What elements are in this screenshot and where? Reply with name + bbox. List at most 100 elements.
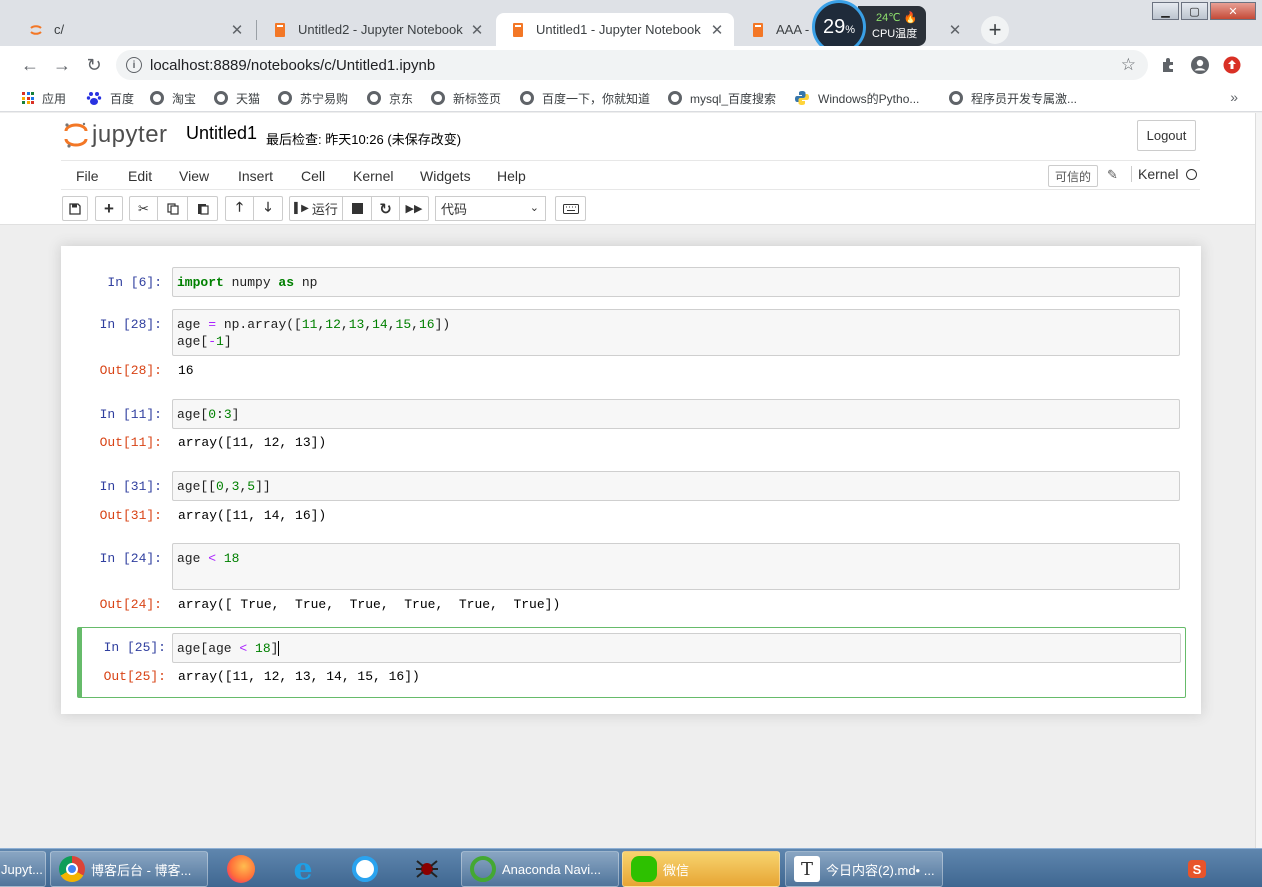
firefox-icon[interactable] — [224, 853, 258, 885]
menu-edit[interactable]: Edit — [128, 168, 152, 184]
site-info-icon[interactable]: i — [126, 57, 142, 73]
selected-code-cell[interactable]: In [25]: age[age < 18] Out[25]: array([1… — [77, 627, 1186, 698]
cut-button[interactable]: ✂ — [129, 196, 158, 221]
bookmark-tmall[interactable]: 天猫 — [214, 88, 260, 108]
sogou-input-icon[interactable]: S — [1180, 853, 1214, 885]
forward-arrow-icon[interactable]: → — [52, 55, 72, 75]
tab-title: Untitled2 - Jupyter Notebook — [298, 22, 463, 37]
close-tab-icon[interactable]: ✕ — [228, 21, 246, 39]
move-up-button[interactable]: 🡑 — [225, 196, 254, 221]
code-input[interactable]: age[[0,3,5]] — [172, 471, 1180, 501]
bookmarks-bar: 应用 百度 淘宝 天猫 苏宁易购 京东 新标签页 百度一下，你就知道 mysql… — [0, 84, 1262, 112]
code-input[interactable]: age[age < 18] — [172, 633, 1181, 663]
extensions-puzzle-icon[interactable] — [1158, 55, 1178, 75]
menu-help[interactable]: Help — [497, 168, 526, 184]
logout-button[interactable]: Logout — [1137, 120, 1196, 151]
bookmark-star-icon[interactable]: ☆ — [1121, 55, 1136, 75]
profile-avatar-icon[interactable] — [1190, 55, 1210, 75]
code-cell[interactable]: In [24]: age < 18 Out[24]: array([ True,… — [77, 543, 1186, 615]
trusted-indicator[interactable]: 可信的 — [1048, 165, 1099, 187]
cpu-temp-panel: 24℃ 🔥 CPU温度 — [858, 6, 926, 46]
taskbar-item-chrome-blog[interactable]: 博客后台 - 博客... — [50, 851, 208, 887]
browser-360-icon[interactable] — [348, 853, 382, 885]
bookmarks-overflow-icon[interactable]: » — [1230, 89, 1238, 105]
restart-run-all-button[interactable]: ▶▶ — [400, 196, 429, 221]
code-input[interactable]: age = np.array([11,12,13,14,15,16]) age[… — [172, 309, 1180, 356]
move-down-button[interactable]: 🡓 — [254, 196, 283, 221]
bookmark-label: mysql_百度搜索 — [690, 91, 777, 106]
close-tab-icon[interactable]: ✕ — [468, 21, 486, 39]
cell-output: 16 — [178, 363, 194, 378]
taskbar-label: 微信 — [663, 862, 690, 878]
taskbar-label: 今日内容(2).md• ... — [826, 862, 935, 878]
paste-button[interactable] — [188, 196, 218, 221]
run-label: 运行 — [311, 202, 338, 217]
code-cell[interactable]: In [6]: import numpy as np — [77, 267, 1186, 297]
address-bar[interactable]: i localhost:8889/notebooks/c/Untitled1.i… — [116, 50, 1148, 80]
copy-button[interactable] — [158, 196, 188, 221]
input-prompt: In [25]: — [103, 640, 166, 655]
bookmark-label: 百度 — [110, 91, 135, 106]
notebook-favicon-icon — [272, 22, 288, 38]
reload-icon[interactable]: ↻ — [84, 55, 104, 75]
close-window-button[interactable]: ✕ — [1210, 2, 1256, 20]
url-text[interactable]: localhost:8889/notebooks/c/Untitled1.ipy… — [150, 57, 435, 74]
back-arrow-icon[interactable]: ← — [20, 55, 40, 75]
text-cursor — [278, 641, 280, 657]
tab-untitled2[interactable]: Untitled2 - Jupyter Notebook ✕ — [258, 13, 494, 46]
code-input[interactable]: age[0:3] — [172, 399, 1180, 429]
code-input[interactable]: age < 18 — [172, 543, 1180, 590]
bookmark-new-tab[interactable]: 新标签页 — [431, 88, 501, 108]
interrupt-button[interactable] — [343, 196, 372, 221]
bookmark-jd[interactable]: 京东 — [367, 88, 413, 108]
taskbar-item-wechat[interactable]: 微信 — [622, 851, 780, 887]
notebook-name[interactable]: Untitled1 — [186, 123, 257, 144]
bookmark-apps[interactable]: 应用 — [22, 88, 66, 108]
minimize-button[interactable]: ▁ — [1152, 2, 1179, 20]
close-tab-icon[interactable]: ✕ — [708, 21, 726, 39]
code-cell[interactable]: In [28]: age = np.array([11,12,13,14,15,… — [77, 309, 1186, 389]
restart-button[interactable]: ↻ — [372, 196, 400, 221]
bookmark-suning[interactable]: 苏宁易购 — [278, 88, 348, 108]
run-button[interactable]: ▌▶ 运行 — [289, 196, 343, 221]
close-tab-icon[interactable]: ✕ — [946, 21, 964, 39]
menu-kernel[interactable]: Kernel — [353, 168, 393, 184]
menu-view[interactable]: View — [179, 168, 209, 184]
code-input[interactable]: import numpy as np — [172, 267, 1180, 297]
cell-type-select[interactable]: 代码 ⌄ — [435, 196, 546, 221]
bookmark-mysql[interactable]: mysql_百度搜索 — [668, 88, 776, 108]
tab-separator — [256, 20, 257, 40]
taskbar-item-jupyter[interactable]: Jupyt... — [0, 851, 46, 887]
bookmark-label: 应用 — [42, 91, 67, 106]
pencil-icon[interactable]: ✎ — [1107, 167, 1118, 183]
menu-insert[interactable]: Insert — [238, 168, 273, 184]
menu-file[interactable]: File — [76, 168, 99, 184]
menu-cell[interactable]: Cell — [301, 168, 325, 184]
bookmark-taobao[interactable]: 淘宝 — [150, 88, 196, 108]
save-button[interactable] — [62, 196, 88, 221]
notebook-favicon-icon — [510, 22, 526, 38]
output-prompt: Out[11]: — [99, 435, 162, 450]
cpu-usage-value: 29 — [822, 15, 846, 38]
bookmark-baidu[interactable]: 百度 — [86, 88, 134, 108]
tab-untitled1[interactable]: Untitled1 - Jupyter Notebook ✕ — [496, 13, 734, 46]
update-menu-icon[interactable] — [1222, 55, 1242, 75]
bookmark-windows-python[interactable]: Windows的Pytho... — [794, 88, 919, 108]
insert-cell-button[interactable]: + — [95, 196, 123, 221]
jupyter-logo[interactable]: jupyter — [64, 121, 168, 149]
internet-explorer-icon[interactable]: e — [286, 852, 320, 887]
output-prompt: Out[28]: — [99, 363, 162, 378]
bookmark-dev-activation[interactable]: 程序员开发专属激... — [949, 88, 1077, 108]
code-cell[interactable]: In [11]: age[0:3] Out[11]: array([11, 12… — [77, 399, 1186, 459]
code-cell[interactable]: In [31]: age[[0,3,5]] Out[31]: array([11… — [77, 471, 1186, 531]
new-tab-button[interactable]: + — [981, 16, 1009, 44]
menu-widgets[interactable]: Widgets — [420, 168, 471, 184]
maximize-button[interactable]: ▢ — [1181, 2, 1208, 20]
taskbar-item-anaconda[interactable]: Anaconda Navi... — [461, 851, 619, 887]
command-palette-button[interactable] — [555, 196, 586, 221]
page-scrollbar[interactable] — [1255, 113, 1262, 848]
spider-app-icon[interactable] — [410, 853, 444, 885]
bookmark-baidu-search[interactable]: 百度一下，你就知道 — [520, 88, 650, 108]
taskbar-item-typora[interactable]: T 今日内容(2).md• ... — [785, 851, 943, 887]
tab-c-folder[interactable]: c/ ✕ — [14, 13, 254, 46]
